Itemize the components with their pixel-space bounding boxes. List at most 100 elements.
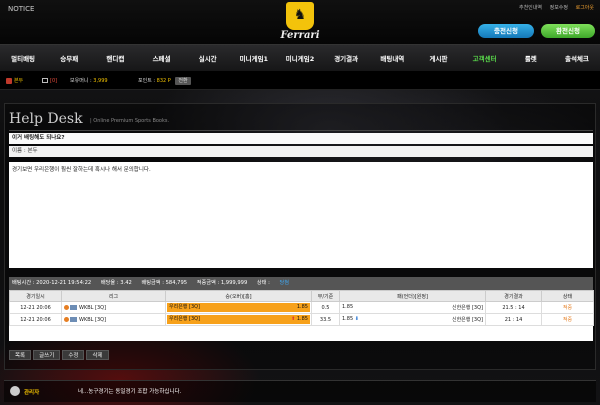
user-info-bar: 본두 [0] 보유머니 : 3,999 포인트 : 832 P 전환	[0, 72, 600, 90]
nav-item-special[interactable]: 스페셜	[138, 45, 184, 71]
main-nav: 멀티배팅 승무패 핸디캡 스페셜 실시간 미니게임1 미니게임2 경기결과 배팅…	[0, 44, 600, 72]
col-home: 승(오버)[홈]	[165, 290, 312, 302]
money-info: 보유머니 : 3,999	[70, 72, 108, 90]
nav-item-board[interactable]: 게시판	[415, 45, 461, 71]
logo-text: Ferrari	[280, 30, 320, 41]
delete-button[interactable]: 삭제	[86, 350, 109, 360]
home-odds: 1.85	[296, 304, 308, 310]
charge-request-button[interactable]: 충전신청	[478, 24, 534, 38]
nav-item-bet-history[interactable]: 배팅내역	[369, 45, 415, 71]
list-button[interactable]: 목록	[9, 350, 32, 360]
bet-slip: 배팅시간 : 2020-12-21 19:54:22 배당율 : 3.42 배팅…	[9, 277, 594, 341]
row-home-pick[interactable]: 우리은행 [3Q] ⬆ 1.85	[165, 313, 312, 326]
messages[interactable]: [0]	[42, 72, 57, 90]
edit-button[interactable]: 수정	[62, 350, 85, 360]
away-odds-wrap: 1.85	[342, 304, 353, 311]
bet-amount: 배팅금액 : 584,795	[141, 280, 188, 286]
away-pick: 1.85 ⬇ 신한은행 [3Q]	[341, 316, 485, 323]
table-row: 12-21 20:06 WKBL [3Q] 우리은행 [3Q] 1.85 0.5…	[9, 301, 594, 314]
col-line: 무/기준	[311, 290, 340, 302]
helpdesk-panel: Help Desk | Online Premium Sports Books.…	[4, 103, 596, 370]
basketball-icon	[64, 316, 69, 322]
col-result: 경기결과	[485, 290, 542, 302]
ferrari-logo[interactable]: ♞ Ferrari	[276, 2, 324, 42]
selected-pick: 우리은행 [3Q] 1.85	[167, 303, 310, 312]
basketball-icon	[64, 304, 69, 310]
post-author: 이름 : 본두	[9, 146, 593, 157]
exchange-request-button[interactable]: 환전신청	[541, 24, 595, 38]
page-title: Help Desk	[9, 111, 83, 127]
row-line: 33.5	[311, 313, 340, 326]
nav-item-roulette[interactable]: 룰렛	[508, 45, 554, 71]
selected-pick: 우리은행 [3Q] ⬆ 1.85	[167, 315, 310, 324]
nav-item-minigame1[interactable]: 미니게임1	[231, 45, 277, 71]
row-away-pick[interactable]: 1.85 ⬇ 신한은행 [3Q]	[339, 313, 486, 326]
home-team: 우리은행 [3Q]	[169, 316, 201, 322]
edit-profile-link[interactable]: 정보수정	[550, 5, 568, 11]
bet-status-value: 당첨	[279, 280, 290, 286]
bet-summary: 배팅시간 : 2020-12-21 19:54:22 배당율 : 3.42 배팅…	[9, 277, 593, 290]
league-name: WKBL [3Q]	[79, 316, 107, 323]
nav-item-minigame2[interactable]: 미니게임2	[277, 45, 323, 71]
row-result: 21 : 14	[485, 313, 542, 326]
logout-link[interactable]: 로그아웃	[576, 5, 594, 11]
bet-status: 상태 : 당첨	[257, 280, 297, 286]
row-league: WKBL [3Q]	[61, 313, 166, 326]
user-info[interactable]: 본두	[6, 72, 23, 90]
away-odds: 1.85	[342, 316, 354, 322]
bet-odds: 배당율 : 3.42	[100, 280, 132, 286]
down-arrow-icon: ⬇	[354, 316, 359, 322]
row-date: 12-21 20:06	[9, 301, 62, 314]
away-odds: 1.85	[342, 304, 354, 310]
nav-item-win-draw-lose[interactable]: 승무패	[46, 45, 92, 71]
away-pick: 1.85 신한은행 [3Q]	[341, 304, 485, 311]
write-button[interactable]: 글쓰기	[33, 350, 61, 360]
home-team: 우리은행 [3Q]	[169, 304, 201, 310]
nav-item-results[interactable]: 경기결과	[323, 45, 369, 71]
flag-icon	[70, 316, 77, 322]
table-header-row: 경기일시 리그 승(오버)[홈] 무/기준 패(언더)[원정] 경기결과 상태	[9, 290, 594, 302]
admin-avatar-icon	[10, 386, 20, 396]
user-icon	[6, 77, 12, 84]
row-home-pick[interactable]: 우리은행 [3Q] 1.85	[165, 301, 312, 314]
title-divider	[9, 130, 593, 131]
nav-item-multi-betting[interactable]: 멀티배팅	[0, 45, 46, 71]
horse-icon: ♞	[293, 7, 307, 23]
nav-item-live[interactable]: 실시간	[185, 45, 231, 71]
post-actions: 목록 글쓰기 수정 삭제	[9, 350, 111, 360]
bet-status-label: 상태 :	[256, 280, 270, 286]
bet-win-amount: 적중금액 : 1,999,999	[196, 280, 248, 286]
away-team: 신한은행 [3Q]	[451, 305, 483, 311]
notice-label[interactable]: NOTICE	[8, 5, 34, 13]
row-date: 12-21 20:06	[9, 313, 62, 326]
table-row: 12-21 20:06 WKBL [3Q] 우리은행 [3Q] ⬆ 1.85 33…	[9, 313, 594, 326]
home-odds-wrap: 1.85	[297, 303, 308, 312]
points-value: 832 P	[156, 78, 171, 84]
page-subtitle: | Online Premium Sports Books.	[90, 118, 170, 124]
away-team: 신한은행 [3Q]	[451, 317, 483, 323]
envelope-icon	[42, 78, 48, 83]
row-result: 21.5 : 14	[485, 301, 542, 314]
referral-link[interactable]: 추천인내역	[519, 5, 542, 11]
admin-reply: 관리자 네...농구경기는 동일경기 조합 가능하십니다.	[4, 380, 596, 402]
top-links: 추천인내역 정보수정 로그아웃	[513, 4, 594, 11]
col-status: 상태	[541, 290, 594, 302]
reply-author: 관리자	[24, 390, 40, 396]
nav-item-attendance[interactable]: 출석체크	[554, 45, 600, 71]
post-subject: 이거 배팅해도 되나요?	[9, 133, 593, 144]
row-league: WKBL [3Q]	[61, 301, 166, 314]
row-status: 적중	[541, 301, 594, 314]
nav-item-handicap[interactable]: 핸디캡	[92, 45, 138, 71]
nav-item-customer-center[interactable]: 고객센터	[462, 45, 508, 71]
convert-points-button[interactable]: 전환	[175, 76, 191, 85]
row-status: 적중	[541, 313, 594, 326]
row-away-pick[interactable]: 1.85 신한은행 [3Q]	[339, 301, 486, 314]
top-bar: NOTICE ♞ Ferrari 추천인내역 정보수정 로그아웃 충전신청 환전…	[0, 0, 600, 44]
home-odds: 1.85	[296, 316, 308, 322]
league-name: WKBL [3Q]	[79, 304, 107, 311]
money-label: 보유머니 :	[70, 78, 92, 84]
col-date: 경기일시	[9, 290, 62, 302]
up-arrow-icon: ⬆	[291, 316, 296, 322]
post-body: 경기보면 우리은행이 훨씬 잘하는데 혹시나 해서 문의합니다.	[9, 162, 593, 268]
flag-icon	[70, 304, 77, 310]
